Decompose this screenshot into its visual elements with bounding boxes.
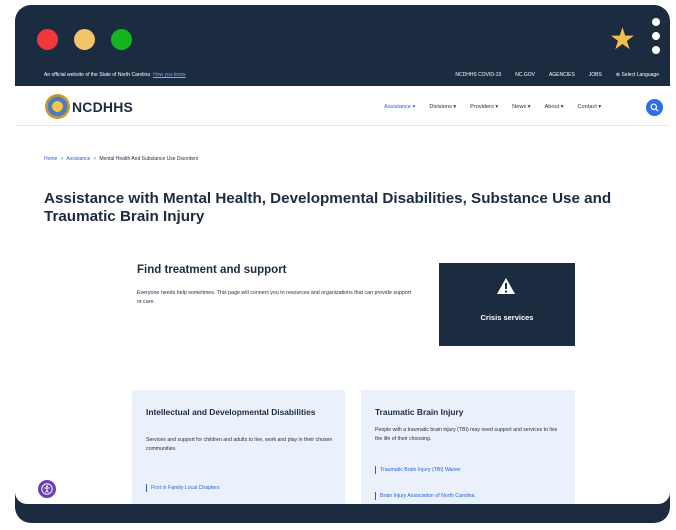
- agencies-link[interactable]: AGENCIES: [549, 72, 575, 78]
- find-treatment-description: Everyone needs help sometimes. This page…: [137, 290, 412, 305]
- maximize-window-button[interactable]: [111, 29, 132, 50]
- idd-card: Intellectual and Developmental Disabilit…: [132, 390, 345, 504]
- kebab-menu-icon[interactable]: [652, 18, 662, 58]
- tbi-waiver-link[interactable]: Traumatic Brain Injury (TBI) Waiver: [375, 466, 461, 474]
- ncdhhs-seal-logo[interactable]: [45, 94, 70, 119]
- crisis-services-button[interactable]: Crisis services: [439, 263, 575, 346]
- how-you-know-link[interactable]: How you know: [153, 72, 186, 78]
- nav-news[interactable]: News ▾: [512, 104, 530, 110]
- main-navigation: Assistance ▾ Divisions ▾ Providers ▾ New…: [384, 104, 601, 110]
- select-language-button[interactable]: ⊕ Select Language: [616, 72, 659, 78]
- close-window-button[interactable]: [37, 29, 58, 50]
- tbi-card: Traumatic Brain Injury People with a tra…: [361, 390, 575, 504]
- official-site-banner: An official website of the State of Nort…: [15, 64, 670, 86]
- accessibility-button[interactable]: [36, 478, 58, 500]
- covid-link[interactable]: NCDHHS COVID-19: [455, 72, 501, 78]
- site-header: NCDHHS Assistance ▾ Divisions ▾ Provider…: [15, 86, 670, 126]
- official-site-text: An official website of the State of Nort…: [44, 72, 151, 78]
- tbi-card-description: People with a traumatic brain injury (TB…: [375, 427, 558, 442]
- breadcrumb-home[interactable]: Home: [44, 156, 57, 162]
- breadcrumb-separator: >: [60, 156, 64, 162]
- breadcrumb-current: Mental Health And Substance Use Disorder…: [99, 156, 199, 162]
- accessibility-icon: [41, 483, 53, 495]
- screenshot-canvas: ★ An official website of the State of No…: [0, 0, 676, 530]
- utility-links: NCDHHS COVID-19 NC.GOV AGENCIES JOBS ⊕ S…: [455, 72, 659, 78]
- idd-card-title[interactable]: Intellectual and Developmental Disabilit…: [146, 406, 326, 418]
- nav-divisions[interactable]: Divisions ▾: [429, 104, 456, 110]
- search-icon: [650, 103, 659, 112]
- crisis-services-label: Crisis services: [480, 313, 534, 322]
- idd-card-description: Services and support for children and ad…: [146, 437, 333, 452]
- brain-injury-association-link[interactable]: Brain Injury Association of North Caroli…: [375, 492, 475, 500]
- search-button[interactable]: [646, 99, 663, 116]
- tbi-card-title[interactable]: Traumatic Brain Injury: [375, 406, 555, 418]
- star-icon[interactable]: ★: [609, 25, 637, 55]
- select-language-label: Select Language: [621, 72, 659, 78]
- nav-contact[interactable]: Contact ▾: [578, 104, 602, 110]
- nav-about[interactable]: About ▾: [545, 104, 564, 110]
- page-title: Assistance with Mental Health, Developme…: [44, 190, 612, 225]
- first-in-family-link[interactable]: First in Family Local Chapters: [146, 484, 220, 492]
- official-site-notice: An official website of the State of Nort…: [44, 72, 186, 78]
- minimize-window-button[interactable]: [74, 29, 95, 50]
- jobs-link[interactable]: JOBS: [589, 72, 602, 78]
- ncgov-link[interactable]: NC.GOV: [515, 72, 535, 78]
- warning-icon: [497, 278, 515, 294]
- logo-text[interactable]: NCDHHS: [72, 99, 133, 115]
- breadcrumb: Home > Assistance > Mental Health And Substa…: [44, 156, 198, 162]
- find-treatment-heading: Find treatment and support: [137, 264, 287, 276]
- breadcrumb-assistance[interactable]: Assistance: [66, 156, 90, 162]
- nav-providers[interactable]: Providers ▾: [470, 104, 498, 110]
- webpage: An official website of the State of Nort…: [15, 64, 670, 504]
- breadcrumb-separator: >: [93, 156, 97, 162]
- nav-assistance[interactable]: Assistance ▾: [384, 104, 415, 110]
